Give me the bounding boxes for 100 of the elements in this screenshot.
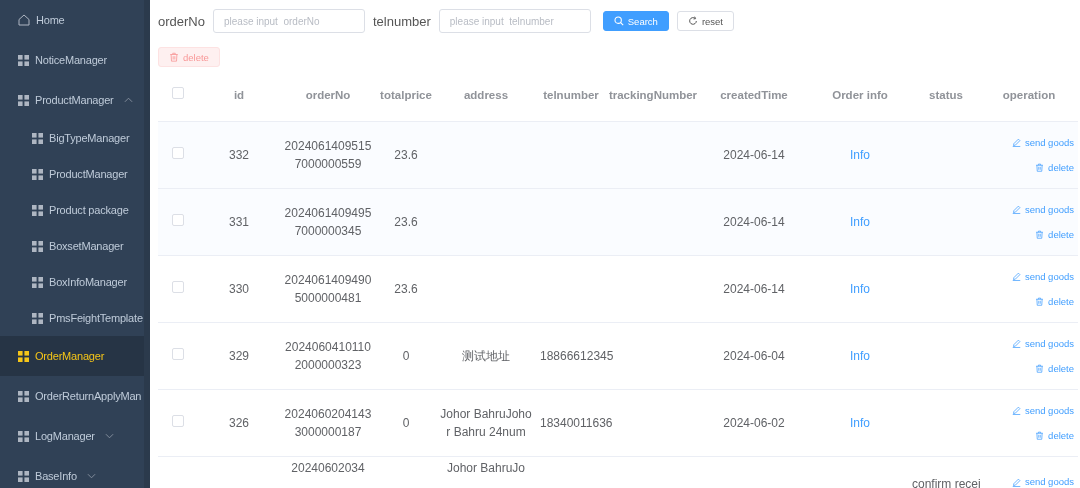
table-cell: 2024-06-14 [723,148,785,162]
submenu-item[interactable]: Product package [0,192,144,228]
column-header: Order info [832,89,888,101]
reset-button[interactable]: reset [676,11,734,31]
table-cell: Johor BahruJohor Bahru 24num [440,407,532,439]
menu-item[interactable]: BaseInfo [0,456,144,488]
column-header: id [233,89,245,101]
grid-icon [18,430,29,442]
table-cell: 330 [229,282,249,296]
grid-icon [18,350,29,362]
table-cell: 2024-06-04 [723,349,785,363]
checkbox[interactable] [172,281,184,293]
table-cell: 20240614095157000000559 [284,139,372,171]
table-cell: 2024-06-02 [723,416,785,430]
table-cell: 20240602041433000000187 [284,407,372,439]
table-cell: 23.6 [394,282,418,296]
table-cell: 20240614094957000000345 [284,206,372,238]
grid-icon [32,312,43,324]
table-cell: 20240614094905000000481 [284,273,372,305]
send-goods-link[interactable]: send goods [1011,200,1074,219]
table-cell: 测试地址 [462,349,510,363]
table-cell: 0 [402,416,410,430]
menu-item[interactable]: Home [0,0,144,40]
column-header: status [929,89,963,101]
column-header: orderNo [305,89,351,101]
menu-item[interactable]: ProductManager [0,80,144,120]
info-link[interactable]: Info [850,282,870,296]
grid-icon [18,470,29,482]
submenu-item[interactable]: ProductManager [0,156,144,192]
info-link[interactable]: Info [850,416,870,430]
info-link[interactable]: Info [850,215,870,229]
home-icon [18,14,30,26]
search-field[interactable]: please input orderNo [212,9,365,33]
grid-icon [32,276,43,288]
checkbox[interactable] [172,87,184,99]
delete-link[interactable]: delete [1035,158,1074,177]
table-cell: 2024-06-14 [723,282,785,296]
column-header: createdTime [720,89,788,101]
delete-link[interactable]: delete [1035,359,1074,378]
pencil-icon [1011,477,1021,487]
checkbox[interactable] [172,415,184,427]
table-cell: 332 [229,148,249,162]
send-goods-link[interactable]: send goods [1011,267,1074,286]
refresh-icon [687,16,698,26]
send-goods-link[interactable]: send goods [1011,334,1074,353]
field-label: orderNo [158,13,205,29]
table-cell: 326 [229,416,249,430]
pencil-icon [1011,406,1021,415]
table-cell: 331 [229,215,249,229]
trash-icon [1035,431,1045,440]
info-link[interactable]: Info [850,148,870,162]
trash-icon [1035,163,1045,172]
submenu-item[interactable]: BoxsetManager [0,228,144,264]
table-cell: Johor BahruJo [446,461,525,475]
table-cell: 18866612345 [540,349,614,363]
trash-icon [1035,297,1045,306]
delete-link[interactable]: delete [1035,292,1074,311]
grid-icon [32,240,43,252]
grid-icon [32,204,43,216]
grid-icon [18,54,29,66]
search-field[interactable]: please input telnumber [438,9,591,33]
trash-icon [1035,230,1045,239]
grid-icon [18,390,29,402]
trash-icon [169,52,179,62]
delete-link[interactable]: delete [1035,426,1074,445]
table-cell: 18340011636 [540,416,613,430]
submenu-item[interactable]: PmsFeightTemplate [0,300,144,336]
grid-icon [32,168,43,180]
checkbox[interactable] [172,214,184,226]
checkbox[interactable] [172,348,184,360]
submenu-item[interactable]: BoxInfoManager [0,264,144,300]
delete-link[interactable]: delete [1035,225,1074,244]
send-goods-link[interactable]: send goods [1011,401,1074,420]
menu-item[interactable]: OrderReturnApplyMan [0,376,144,416]
column-header: trackingNumber [608,89,698,101]
trash-icon [1035,364,1045,373]
submenu-item[interactable]: BigTypeManager [0,120,144,156]
info-link[interactable]: Info [850,349,870,363]
table-cell: confirm recei [912,477,981,488]
grid-icon [32,132,43,144]
pencil-icon [1011,205,1021,214]
checkbox[interactable] [172,147,184,159]
search-button[interactable]: Search [602,11,669,31]
menu-item[interactable]: OrderManager [0,336,144,376]
table-cell: 2024-06-14 [723,215,785,229]
table-cell: 329 [229,349,249,363]
table-cell: 20240604101102000000323 [285,340,371,372]
menu-item[interactable]: LogManager [0,416,144,456]
pencil-icon [1011,138,1021,147]
pencil-icon [1011,339,1021,348]
send-goods-link[interactable]: send goods [1011,133,1074,152]
search-icon [613,16,624,26]
menu-item[interactable]: NoticeManager [0,40,144,80]
table-cell: 23.6 [394,215,418,229]
column-header: address [463,89,509,101]
column-header: operation [1002,89,1056,101]
table-cell: 20240602034 [291,461,365,475]
field-label: telnumber [372,13,431,29]
pencil-icon [1011,272,1021,281]
send-goods-link[interactable]: send goods [1011,473,1074,488]
